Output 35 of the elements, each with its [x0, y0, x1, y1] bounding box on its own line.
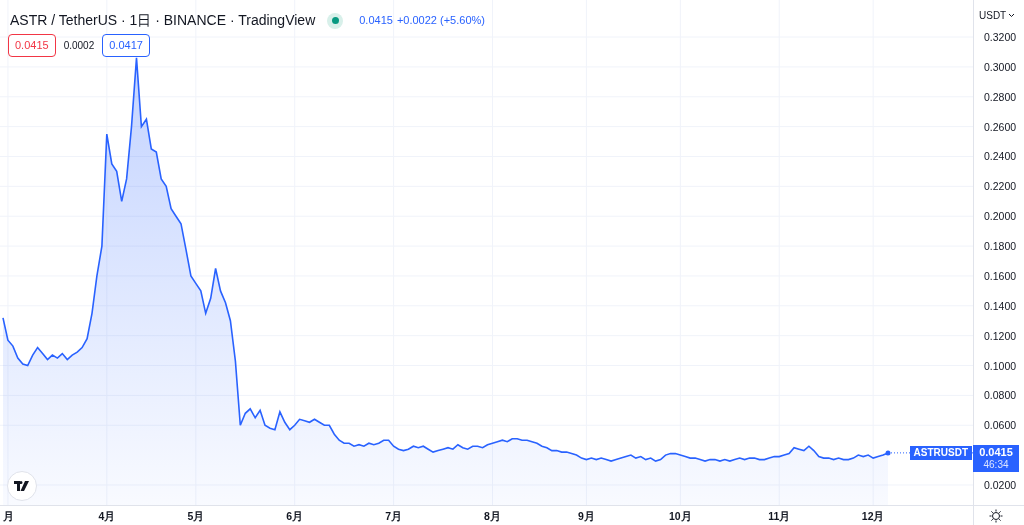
y-tick-label: 0.2800: [984, 90, 1017, 103]
x-tick-label: 8月: [484, 510, 501, 522]
y-tick-label: 0.1000: [984, 359, 1017, 372]
x-tick-label: 11月: [768, 510, 791, 522]
y-tick-label: 0.3000: [984, 60, 1017, 73]
y-tick-label: 0.0200: [984, 479, 1017, 491]
y-tick-label: 0.1600: [984, 269, 1017, 282]
ask-price[interactable]: 0.0417: [102, 34, 150, 57]
x-tick-label: 5月: [187, 510, 205, 522]
axis-price: 0.0415: [979, 445, 1013, 459]
y-tick-label: 0.0600: [984, 419, 1017, 432]
countdown: 46:34: [983, 458, 1009, 471]
currency-dropdown[interactable]: USDT: [979, 8, 1016, 23]
y-tick-label: 0.3200: [984, 31, 1017, 44]
spread-value: 0.0002: [63, 38, 95, 53]
bid-price[interactable]: 0.0415: [8, 34, 56, 57]
x-tick-label: 月: [2, 510, 14, 522]
x-tick-label: 10月: [669, 510, 692, 522]
x-tick-label: 7月: [385, 510, 402, 522]
symbol-title: ASTR / TetherUS · 1日 · BINANCE · TradingView: [10, 11, 316, 30]
y-tick-label: 0.2600: [984, 120, 1017, 133]
symbol-price-tag: ASTRUSDT: [909, 445, 972, 460]
y-tick-label: 0.2200: [984, 180, 1017, 193]
y-tick-label: 0.1400: [984, 299, 1017, 312]
price-change: +0.0022 (+5.60%): [396, 13, 485, 29]
y-tick-label: 0.1200: [984, 329, 1017, 342]
x-tick-label: 9月: [578, 510, 595, 522]
x-tick-label: 6月: [286, 510, 304, 522]
y-tick-label: 0.1800: [984, 240, 1017, 253]
last-price: 0.0415: [359, 13, 393, 29]
y-tick-label: 0.0800: [984, 389, 1017, 402]
y-tick-label: 0.2000: [984, 210, 1017, 223]
x-tick-label: 12月: [861, 510, 885, 522]
x-tick-label: 4月: [98, 510, 116, 522]
y-tick-label: 0.2400: [984, 150, 1017, 163]
